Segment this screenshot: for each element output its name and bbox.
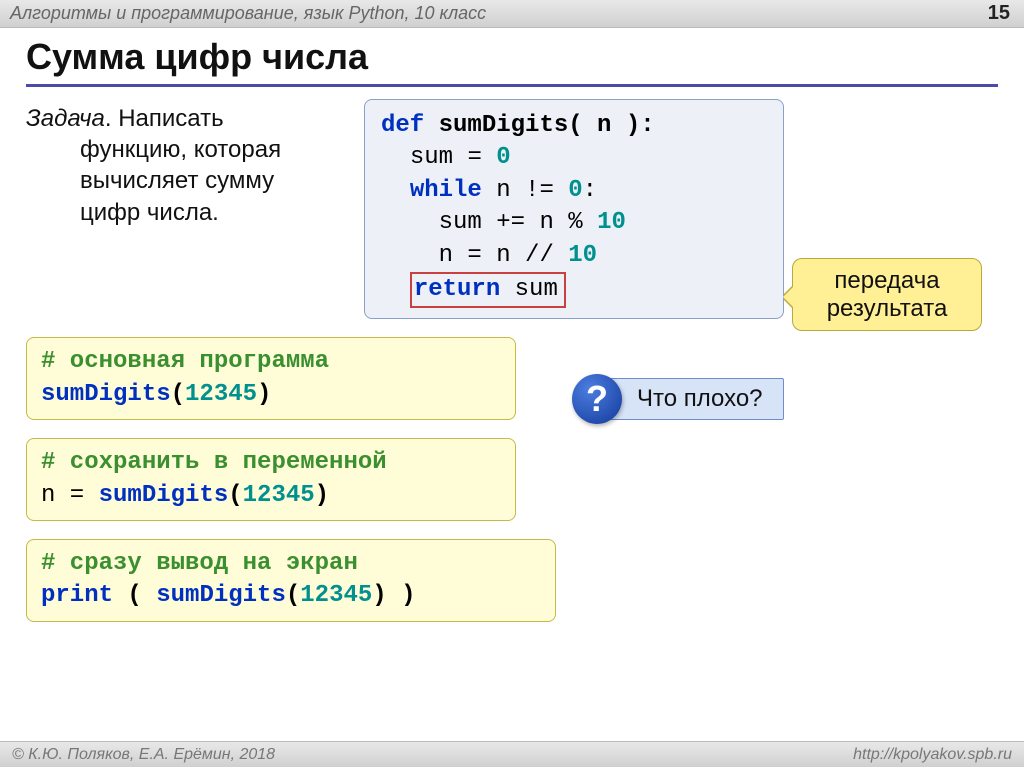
- slide-header: Алгоритмы и программирование, язык Pytho…: [0, 0, 1024, 28]
- question-callout: ? Что плохо?: [572, 374, 784, 424]
- task-description: Задача. Написать функцию, которая вычисл…: [26, 99, 346, 228]
- question-icon: ?: [572, 374, 622, 424]
- page-number: 15: [988, 2, 1010, 25]
- subject-text: Алгоритмы и программирование, язык Pytho…: [10, 3, 486, 24]
- code-definition: def sumDigits( n ): sum = 0 while n != 0…: [364, 99, 784, 319]
- code-block-variable: # сохранить в переменной n = sumDigits(1…: [26, 438, 516, 521]
- callout-result: передача результата: [792, 258, 982, 331]
- slide-footer: © К.Ю. Поляков, Е.А. Ерёмин, 2018 http:/…: [0, 741, 1024, 767]
- slide-title: Сумма цифр числа: [26, 36, 998, 87]
- code-block-main: # основная программа sumDigits(12345): [26, 337, 516, 420]
- return-highlight: return sum: [410, 272, 566, 308]
- question-text: Что плохо?: [608, 378, 784, 420]
- copyright: © К.Ю. Поляков, Е.А. Ерёмин, 2018: [12, 746, 275, 764]
- footer-url: http://kpolyakov.spb.ru: [853, 746, 1012, 764]
- task-label: Задача: [26, 105, 105, 132]
- code-block-print: # сразу вывод на экран print ( sumDigits…: [26, 539, 556, 622]
